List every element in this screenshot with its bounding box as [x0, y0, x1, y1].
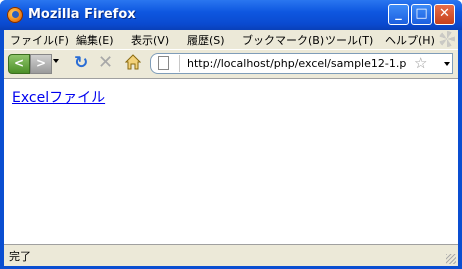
maximize-button[interactable]: □ — [411, 4, 432, 25]
menu-bar: ファイル(F) 編集(E) 表示(V) 履歴(S) ブックマーク(B) ツール(… — [4, 30, 458, 49]
menu-edit[interactable]: 編集(E) — [76, 32, 114, 48]
firefox-logo-icon — [7, 7, 23, 23]
menu-history[interactable]: 履歴(S) — [187, 32, 225, 48]
page-icon — [158, 56, 169, 70]
browser-client: ファイル(F) 編集(E) 表示(V) 履歴(S) ブックマーク(B) ツール(… — [4, 30, 458, 266]
excel-file-link[interactable]: Excelファイル — [12, 87, 105, 107]
menu-tools[interactable]: ツール(T) — [325, 32, 373, 48]
throbber-icon — [439, 31, 455, 47]
minimize-button[interactable]: _ — [388, 4, 409, 25]
minimize-icon: _ — [395, 6, 402, 21]
close-button[interactable]: ✕ — [434, 4, 455, 25]
forward-button[interactable]: > — [30, 54, 52, 74]
forward-icon: > — [35, 56, 47, 70]
url-input[interactable] — [187, 57, 407, 70]
title-bar[interactable]: Mozilla Firefox _ □ ✕ — [0, 0, 462, 30]
star-icon[interactable]: ☆ — [414, 54, 427, 72]
url-separator — [179, 55, 180, 72]
navigation-toolbar: < > ↻ ✕ ☆ — [4, 49, 458, 78]
menu-file[interactable]: ファイル(F) — [10, 32, 69, 48]
status-bar: 完了 — [4, 244, 458, 266]
stop-icon[interactable]: ✕ — [98, 52, 113, 73]
reload-icon[interactable]: ↻ — [74, 53, 88, 73]
window-title: Mozilla Firefox — [28, 7, 136, 22]
close-icon: ✕ — [439, 6, 450, 21]
home-icon[interactable] — [125, 54, 141, 70]
back-icon: < — [13, 56, 25, 70]
menu-view[interactable]: 表示(V) — [131, 32, 169, 48]
maximize-icon: □ — [415, 6, 428, 21]
page-content: Excelファイル — [4, 78, 458, 244]
status-text: 完了 — [9, 250, 31, 263]
url-bar[interactable]: ☆ — [150, 53, 453, 74]
history-dropdown-icon[interactable] — [53, 59, 59, 63]
resize-grip-icon[interactable] — [446, 254, 456, 264]
back-button[interactable]: < — [8, 54, 30, 74]
menu-bookmarks[interactable]: ブックマーク(B) — [242, 32, 324, 48]
browser-window: Mozilla Firefox _ □ ✕ ファイル(F) 編集(E) 表示(V… — [0, 0, 462, 269]
menu-help[interactable]: ヘルプ(H) — [385, 32, 435, 48]
url-dropdown-icon[interactable] — [444, 62, 450, 66]
